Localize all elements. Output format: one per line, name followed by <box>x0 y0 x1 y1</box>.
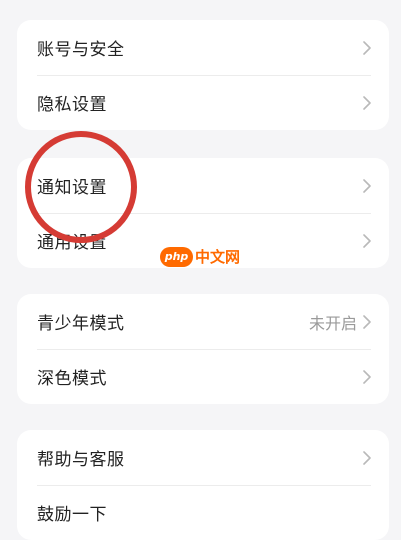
settings-item-label: 帮助与客服 <box>37 450 125 470</box>
watermark-text: 中文网 <box>195 248 241 266</box>
settings-item-label: 隐私设置 <box>37 95 107 115</box>
watermark: php 中文网 <box>160 246 240 267</box>
chevron-right-icon <box>363 369 371 384</box>
settings-group-support: 帮助与客服 鼓励一下 <box>17 430 389 540</box>
settings-item-label: 深色模式 <box>37 369 107 389</box>
settings-item-label: 通知设置 <box>37 178 107 198</box>
settings-item-label: 通用设置 <box>37 233 107 253</box>
settings-item-label: 青少年模式 <box>37 314 125 334</box>
settings-group-account: 账号与安全 隐私设置 <box>17 20 389 130</box>
chevron-right-icon <box>363 95 371 110</box>
settings-item-encourage[interactable]: 鼓励一下 <box>17 485 389 540</box>
chevron-right-icon <box>363 40 371 55</box>
chevron-right-icon <box>363 178 371 193</box>
chevron-right-icon <box>363 450 371 465</box>
watermark-logo: php <box>160 246 193 267</box>
settings-page: 账号与安全 隐私设置 通知设置 通用设置 青少年模式 未开启 深色模式 帮助与客… <box>0 0 401 540</box>
settings-item-help-support[interactable]: 帮助与客服 <box>17 430 389 485</box>
settings-item-label: 鼓励一下 <box>37 505 107 525</box>
settings-item-account-security[interactable]: 账号与安全 <box>17 20 389 75</box>
settings-item-notifications[interactable]: 通知设置 <box>17 158 389 213</box>
settings-item-label: 账号与安全 <box>37 40 125 60</box>
settings-group-modes: 青少年模式 未开启 深色模式 <box>17 294 389 404</box>
teen-mode-status: 未开启 <box>308 313 357 333</box>
settings-item-privacy[interactable]: 隐私设置 <box>17 75 389 130</box>
chevron-right-icon <box>363 233 371 248</box>
settings-item-teen-mode[interactable]: 青少年模式 未开启 <box>17 294 389 349</box>
chevron-right-icon <box>363 314 371 329</box>
settings-item-dark-mode[interactable]: 深色模式 <box>17 349 389 404</box>
